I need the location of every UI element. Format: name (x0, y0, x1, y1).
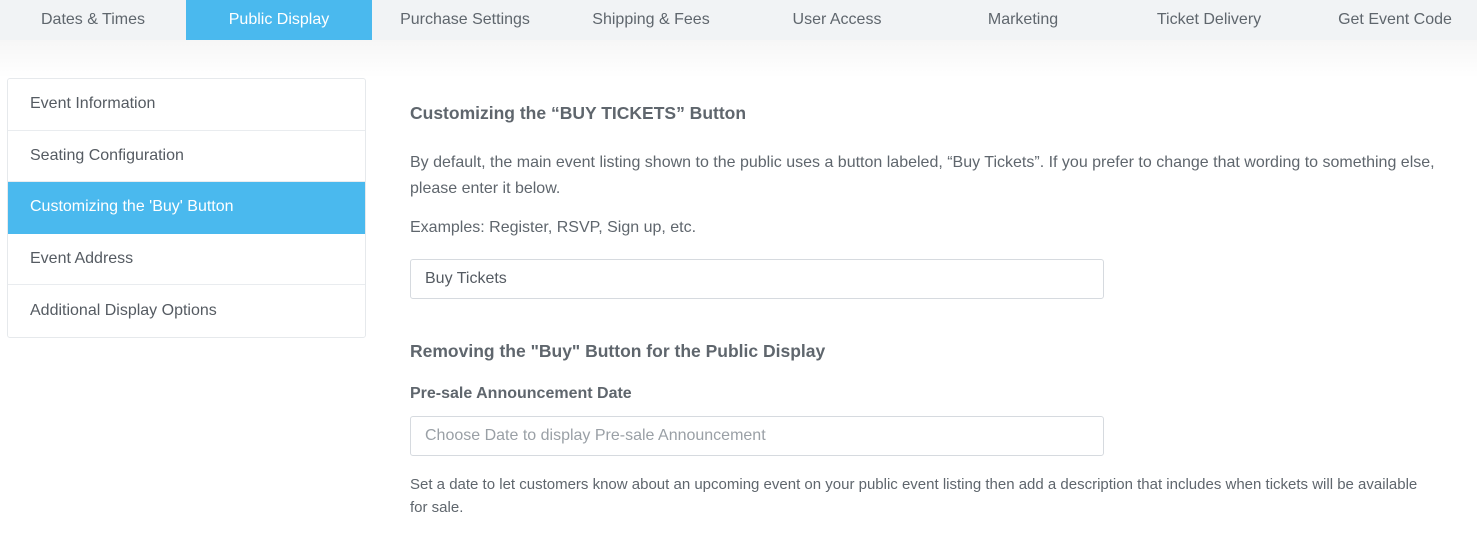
customize-description: By default, the main event listing shown… (410, 154, 1435, 197)
presale-help-text: Set a date to let customers know about a… (410, 476, 1418, 516)
tab-user-access[interactable]: User Access (744, 0, 930, 40)
sidebar-item-customizing-buy-button[interactable]: Customizing the 'Buy' Button (8, 182, 365, 234)
remove-buy-button-heading: Removing the "Buy" Button for the Public… (410, 341, 826, 361)
tab-marketing[interactable]: Marketing (930, 0, 1116, 40)
customize-buy-tickets-heading: Customizing the “BUY TICKETS” Button (410, 103, 747, 123)
presale-date-input[interactable] (410, 416, 1104, 456)
buy-button-label-input[interactable] (410, 259, 1104, 299)
sidebar-item-event-address[interactable]: Event Address (8, 234, 365, 285)
tab-dates-times[interactable]: Dates & Times (0, 0, 186, 40)
section-sidebar: Event Information Seating Configuration … (7, 78, 366, 338)
tab-bar-shadow (0, 40, 1477, 78)
sidebar-item-seating-configuration[interactable]: Seating Configuration (8, 131, 365, 182)
tab-purchase-settings[interactable]: Purchase Settings (372, 0, 558, 40)
top-tab-bar: Dates & Times Public Display Purchase Se… (0, 0, 1477, 40)
tab-public-display[interactable]: Public Display (186, 0, 372, 40)
presale-date-label: Pre-sale Announcement Date (410, 385, 632, 402)
tab-shipping-fees[interactable]: Shipping & Fees (558, 0, 744, 40)
examples-text: Examples: Register, RSVP, Sign up, etc. (410, 219, 697, 236)
sidebar-item-event-information[interactable]: Event Information (8, 79, 365, 131)
tab-get-event-code[interactable]: Get Event Code (1302, 0, 1477, 40)
tab-ticket-delivery[interactable]: Ticket Delivery (1116, 0, 1302, 40)
sidebar-item-additional-display-options[interactable]: Additional Display Options (8, 285, 365, 337)
